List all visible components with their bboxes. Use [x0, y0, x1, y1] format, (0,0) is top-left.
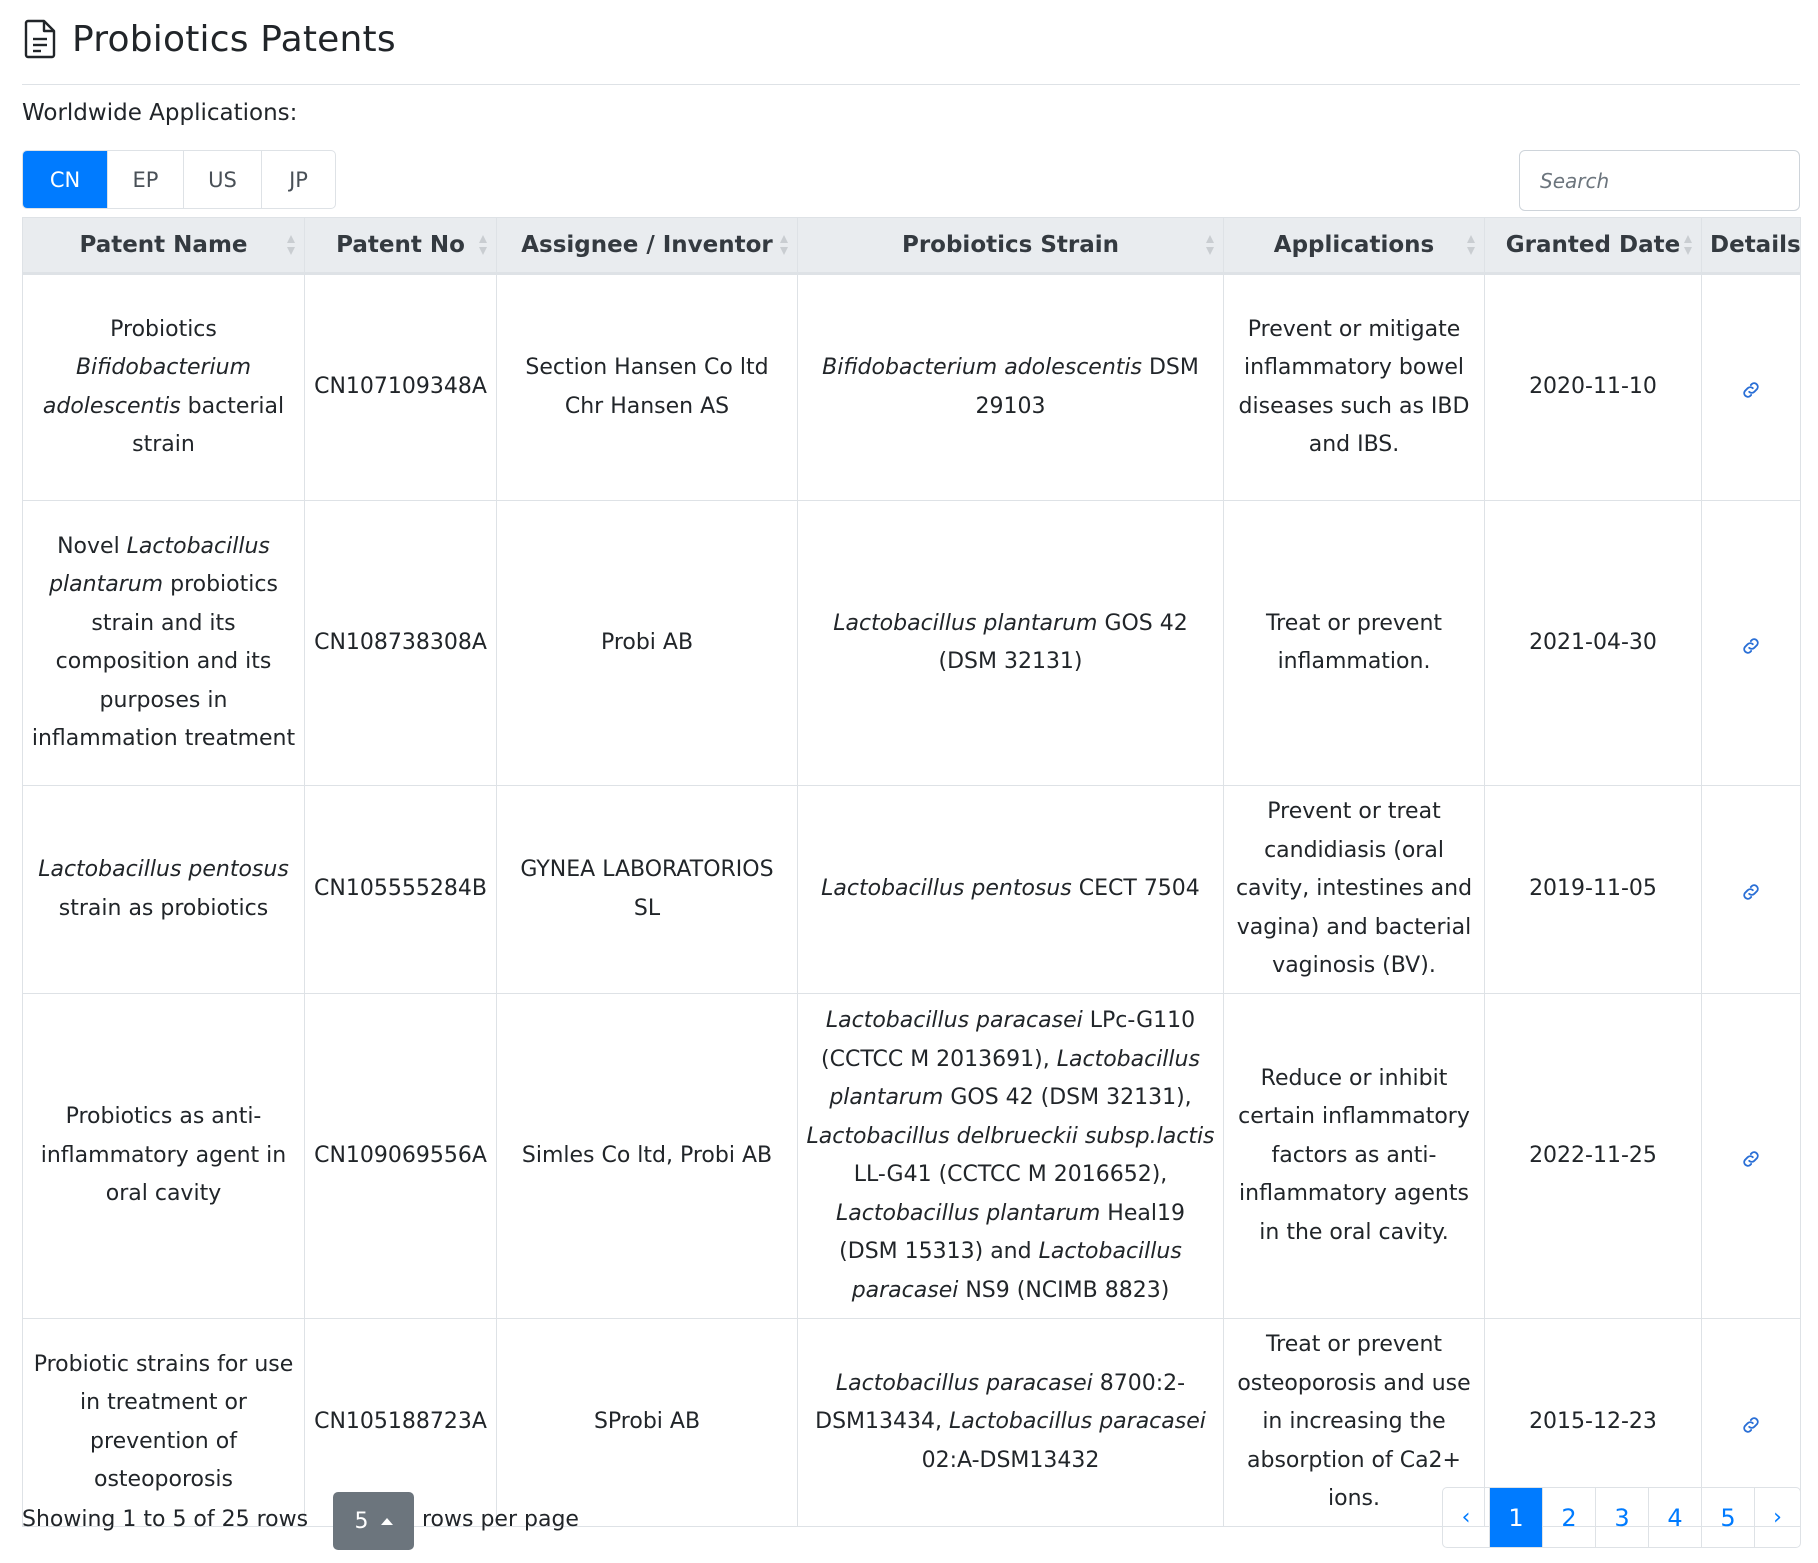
pagination-page[interactable]: 3	[1595, 1488, 1648, 1547]
section-label: Worldwide Applications:	[22, 100, 298, 126]
table-row: Probiotics Bifidobacterium adolescentis …	[22, 273, 1801, 501]
text-segment: 02:A-DSM13432	[921, 1447, 1100, 1473]
file-text-icon	[24, 19, 56, 59]
link-icon[interactable]	[1740, 376, 1762, 398]
column-header-applications[interactable]: Applications	[1223, 217, 1485, 275]
column-header-granted-date[interactable]: Granted Date	[1484, 217, 1702, 275]
column-header-strain[interactable]: Probiotics Strain	[797, 217, 1224, 275]
species-name: Lactobacillus paracasei	[825, 1008, 1083, 1033]
cell-patent-no: CN107109348A	[304, 273, 497, 501]
pagination: ‹ 1 2 3 4 5 ›	[1442, 1487, 1801, 1548]
cell-details	[1701, 993, 1801, 1319]
table-header-row: Patent Name Patent No Assignee / Invento…	[22, 217, 1801, 275]
cell-strain: Lactobacillus paracasei 8700:2-DSM13434,…	[797, 1318, 1224, 1527]
cell-granted-date: 2022-11-25	[1484, 993, 1702, 1319]
text-segment: Probiotics	[110, 316, 217, 342]
column-header-patent-name[interactable]: Patent Name	[22, 217, 305, 275]
rows-per-page-dropdown[interactable]: 5	[333, 1492, 414, 1550]
cell-details	[1701, 785, 1801, 994]
species-name: Lactobacillus paracasei	[835, 1370, 1093, 1396]
cell-assignee: GYNEA LABORATORIOS SL	[496, 785, 798, 994]
cell-patent-no: CN105555284B	[304, 785, 497, 994]
species-name: Lactobacillus delbrueckii subsp.lactis	[806, 1123, 1215, 1149]
sort-icon	[779, 234, 789, 256]
tab-jp[interactable]: JP	[261, 151, 335, 208]
species-name: Lactobacillus pentosus	[821, 876, 1072, 902]
pagination-page[interactable]: 4	[1648, 1488, 1701, 1547]
cell-strain: Lactobacillus pentosus CECT 7504	[797, 785, 1224, 994]
region-tabs: CN EP US JP	[22, 150, 336, 209]
cell-patent-name: Probiotics as anti-inflammatory agent in…	[22, 993, 305, 1319]
cell-applications: Prevent or mitigate inflammatory bowel d…	[1223, 273, 1485, 501]
sort-icon	[286, 234, 296, 256]
table-row: Novel Lactobacillus plantarum probiotics…	[22, 500, 1801, 786]
cell-applications: Treat or prevent inflammation.	[1223, 500, 1485, 786]
text-segment: Probiotic strains for use in treatment o…	[33, 1351, 294, 1493]
cell-granted-date: 2021-04-30	[1484, 500, 1702, 786]
species-name: Lactobacillus plantarum	[836, 1200, 1101, 1226]
text-segment: probiotics strain and its composition an…	[31, 572, 296, 751]
cell-patent-name: Probiotics Bifidobacterium adolescentis …	[22, 273, 305, 501]
cell-patent-name: Novel Lactobacillus plantarum probiotics…	[22, 500, 305, 786]
page-title: Probiotics Patents	[72, 18, 396, 60]
cell-patent-no: CN108738308A	[304, 500, 497, 786]
species-name: Lactobacillus plantarum	[833, 610, 1098, 636]
pagination-prev[interactable]: ‹	[1443, 1488, 1489, 1547]
cell-patent-name: Lactobacillus pentosus strain as probiot…	[22, 785, 305, 994]
column-header-patent-no[interactable]: Patent No	[304, 217, 497, 275]
species-name: Bifidobacterium adolescentis	[822, 355, 1142, 380]
header-divider	[22, 84, 1800, 85]
species-name: Lactobacillus paracasei	[949, 1409, 1206, 1435]
cell-applications: Prevent or treat candidiasis (oral cavit…	[1223, 785, 1485, 994]
search-input[interactable]	[1519, 150, 1800, 211]
text-segment: CECT 7504	[1071, 876, 1200, 902]
cell-assignee: Simles Co ltd, Probi AB	[496, 993, 798, 1319]
cell-assignee: SProbi AB	[496, 1318, 798, 1527]
table-row: Lactobacillus pentosus strain as probiot…	[22, 785, 1801, 994]
cell-details	[1701, 500, 1801, 786]
pagination-next[interactable]: ›	[1754, 1488, 1800, 1547]
tab-us[interactable]: US	[183, 151, 261, 208]
cell-applications: Reduce or inhibit certain inflammatory f…	[1223, 993, 1485, 1319]
column-header-assignee[interactable]: Assignee / Inventor	[496, 217, 798, 275]
link-icon[interactable]	[1740, 878, 1762, 900]
link-icon[interactable]	[1740, 1145, 1762, 1167]
cell-granted-date: 2019-11-05	[1484, 785, 1702, 994]
link-icon[interactable]	[1740, 1411, 1762, 1433]
text-segment: GOS 42 (DSM 32131),	[943, 1085, 1192, 1110]
text-segment: Probiotics as anti-inflammatory agent in…	[40, 1104, 287, 1207]
text-segment: NS9 (NCIMB 8823)	[958, 1277, 1170, 1303]
sort-icon	[1205, 234, 1215, 256]
rows-per-page-label: rows per page	[422, 1507, 579, 1532]
text-segment: LL-G41 (CCTCC M 2016652),	[853, 1162, 1168, 1187]
cell-patent-no: CN109069556A	[304, 993, 497, 1319]
species-name: Lactobacillus pentosus	[38, 857, 289, 882]
tab-cn[interactable]: CN	[23, 151, 107, 208]
pagination-page[interactable]: 5	[1701, 1488, 1754, 1547]
cell-patent-name: Probiotic strains for use in treatment o…	[22, 1318, 305, 1527]
tab-ep[interactable]: EP	[107, 151, 183, 208]
pagination-page[interactable]: 1	[1489, 1488, 1542, 1547]
cell-details	[1701, 273, 1801, 501]
column-header-details: Details	[1701, 217, 1801, 275]
table-row: Probiotics as anti-inflammatory agent in…	[22, 993, 1801, 1319]
cell-assignee: Section Hansen Co ltd Chr Hansen AS	[496, 273, 798, 501]
sort-icon	[478, 234, 488, 256]
link-icon[interactable]	[1740, 632, 1762, 654]
text-segment: strain as probiotics	[58, 895, 269, 921]
cell-assignee: Probi AB	[496, 500, 798, 786]
text-segment: Novel	[57, 533, 127, 559]
cell-strain: Lactobacillus plantarum GOS 42 (DSM 3213…	[797, 500, 1224, 786]
patents-table: Patent Name Patent No Assignee / Invento…	[22, 217, 1801, 1527]
cell-granted-date: 2020-11-10	[1484, 273, 1702, 501]
cell-strain: Lactobacillus paracasei LPc-G110 (CCTCC …	[797, 993, 1224, 1319]
caret-up-icon	[380, 1517, 393, 1525]
cell-strain: Bifidobacterium adolescentis DSM 29103	[797, 273, 1224, 501]
page-header: Probiotics Patents	[24, 14, 396, 64]
pagination-info: Showing 1 to 5 of 25 rows	[22, 1507, 309, 1532]
sort-icon	[1466, 234, 1476, 256]
pagination-page[interactable]: 2	[1542, 1488, 1595, 1547]
sort-icon	[1683, 234, 1693, 256]
